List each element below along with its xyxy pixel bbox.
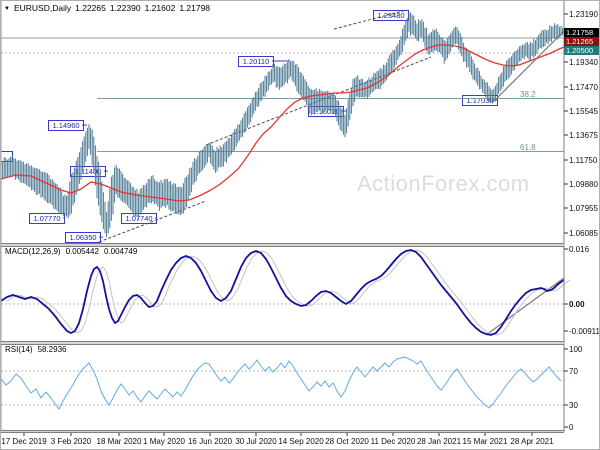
macd-axis-label-2[interactable]: -0.009116: [569, 327, 599, 336]
ohlc-close: 1.21798: [179, 3, 211, 13]
rsi-axis-label-0[interactable]: 100: [569, 345, 582, 354]
price-axis-label-3[interactable]: 1.17470: [569, 83, 598, 92]
collapse-triangle-icon[interactable]: ▼: [4, 6, 10, 12]
date-axis-label-5[interactable]: 30 Jul 2020: [235, 437, 276, 446]
rsi-value: 58.2936: [37, 345, 67, 354]
date-axis-label-2[interactable]: 18 Mar 2020: [97, 437, 142, 446]
ohlc-high: 1.22390: [109, 3, 141, 13]
macd-signal-line: [6, 249, 571, 336]
date-axis-label-11[interactable]: 28 Apr 2021: [510, 437, 553, 446]
dashed-trendline-2: [333, 9, 408, 30]
fibonacci-label-1: 61.8: [520, 143, 536, 152]
macd-indicator-label: MACD(12,26,9) 0.005442 0.004749: [5, 247, 142, 256]
price-axis-label-9[interactable]: 1.06085: [569, 229, 598, 238]
price-axis-label-6[interactable]: 1.11750: [569, 156, 597, 165]
ohlc-low: 1.21602: [144, 3, 176, 13]
date-axis-label-4[interactable]: 16 Jun 2020: [188, 437, 232, 446]
date-axis-label-8[interactable]: 11 Dec 2020: [371, 437, 416, 446]
price-axis-label-4[interactable]: 1.15545: [569, 107, 598, 116]
macd-value-1: 0.005442: [65, 247, 99, 256]
price-axis-label-0[interactable]: 1.23190: [569, 10, 598, 19]
rsi-line: [1, 356, 562, 410]
panel-separator-2[interactable]: [1, 430, 564, 433]
axis-price-box-2: 1.20500: [564, 46, 599, 55]
macd-name: MACD(12,26,9): [5, 247, 61, 256]
rsi-axis-label-3[interactable]: 0: [569, 423, 573, 432]
gray-trendline-macd: [485, 277, 565, 336]
date-axis-label-1[interactable]: 3 Feb 2020: [51, 437, 91, 446]
macd-axis-label-0[interactable]: 0.016: [569, 245, 589, 254]
macd-value-2: 0.004749: [103, 247, 138, 256]
axis-price-box-0: 1.21758: [564, 28, 599, 37]
date-axis-label-10[interactable]: 15 Mar 2021: [463, 437, 508, 446]
symbol-timeframe-label: EURUSD,Daily: [13, 3, 72, 13]
chart-title-bar: ▼ EURUSD,Daily 1.22265 1.22390 1.21602 1.2179…: [4, 3, 214, 13]
rsi-axis-label-1[interactable]: 70: [569, 367, 578, 376]
price-axis-label-5[interactable]: 1.13675: [569, 131, 598, 140]
chart-canvas[interactable]: [1, 1, 600, 450]
date-axis-label-6[interactable]: 14 Sep 2020: [278, 437, 323, 446]
fibonacci-label-0: 38.2: [520, 90, 536, 99]
rsi-axis-label-2[interactable]: 30: [569, 401, 578, 410]
date-axis-label-9[interactable]: 28 Jan 2021: [417, 437, 461, 446]
dashed-trendline-0: [98, 200, 207, 243]
panel-separator-1[interactable]: [1, 341, 564, 345]
rsi-indicator-label: RSI(14) 58.2936: [5, 345, 71, 354]
axis-price-box-1: 1.21265: [564, 37, 599, 46]
date-axis-label-0[interactable]: 17 Dec 2019: [1, 437, 46, 446]
price-axis-label-7[interactable]: 1.09880: [569, 180, 598, 189]
macd-axis-label-1[interactable]: 0.00: [569, 300, 585, 309]
price-axis-label-8[interactable]: 1.07955: [569, 204, 598, 213]
ohlc-open: 1.22265: [75, 3, 106, 13]
date-axis-label-7[interactable]: 28 Oct 2020: [325, 437, 369, 446]
price-axis-label-2[interactable]: 1.19340: [569, 58, 598, 67]
trading-chart-window: ActionForex.com ▼ EURUSD,Daily 1.22265 1.22…: [0, 0, 600, 450]
rsi-name: RSI(14): [5, 345, 33, 354]
date-axis-label-3[interactable]: 1 May 2020: [143, 437, 185, 446]
